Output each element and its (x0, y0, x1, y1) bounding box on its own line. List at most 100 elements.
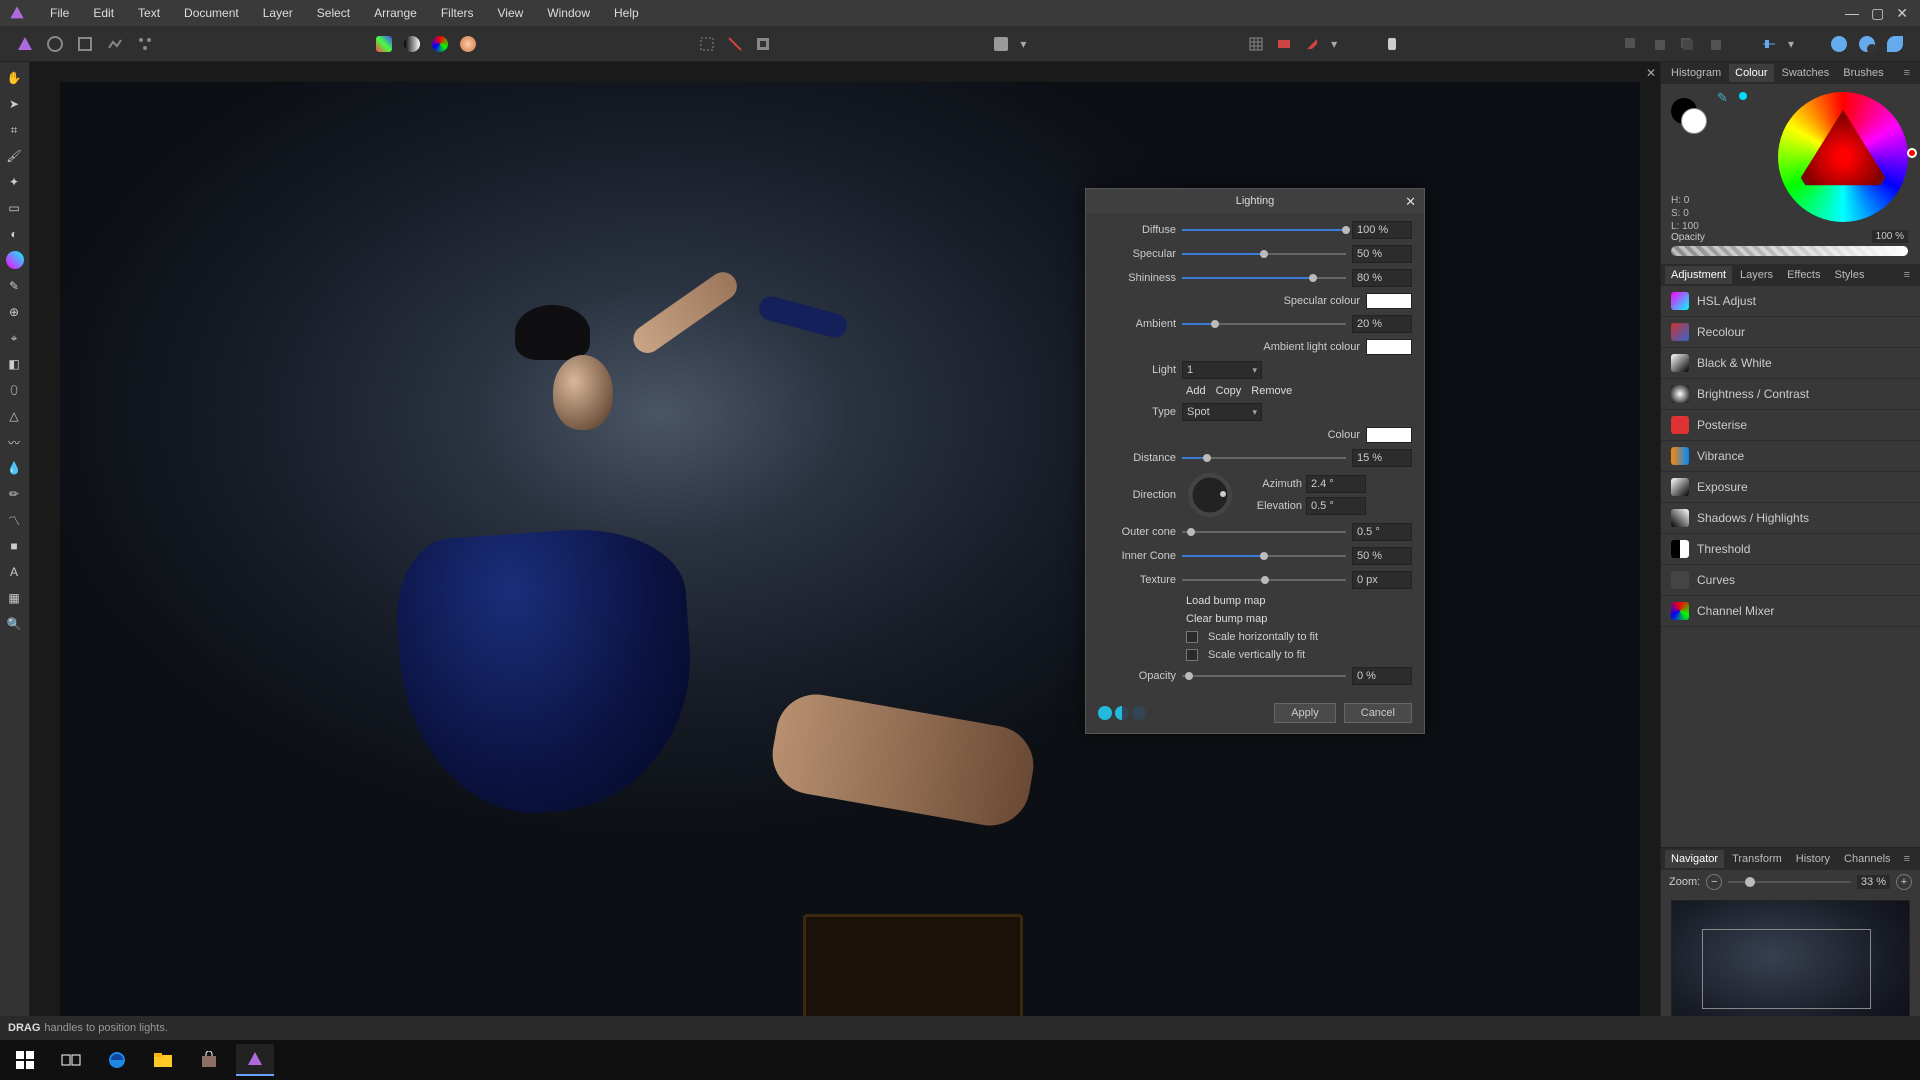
direction-wheel[interactable] (1188, 473, 1232, 517)
colour-wheel[interactable] (1778, 92, 1908, 222)
boolean-intersect-icon[interactable] (1882, 31, 1908, 57)
vector-brush-tool-icon[interactable]: 〽 (2, 508, 26, 532)
boolean-subtract-icon[interactable] (1854, 31, 1880, 57)
tab-effects[interactable]: Effects (1781, 266, 1826, 284)
pencil-tool-icon[interactable]: ✏ (2, 482, 26, 506)
tab-styles[interactable]: Styles (1829, 266, 1871, 284)
snap-toggle-icon[interactable] (1271, 31, 1297, 57)
tab-histogram[interactable]: Histogram (1665, 64, 1727, 82)
color-profile-icon[interactable] (399, 31, 425, 57)
menu-help[interactable]: Help (602, 2, 651, 24)
persona-tone-icon[interactable] (102, 31, 128, 57)
elevation-value[interactable]: 0.5 ° (1306, 497, 1366, 515)
light-colour-swatch[interactable] (1366, 427, 1412, 443)
outer-cone-slider[interactable] (1182, 526, 1346, 538)
dodge-tool-icon[interactable]: ✦ (2, 170, 26, 194)
adjustment-item[interactable]: Black & White (1661, 348, 1920, 379)
crop-tool-icon[interactable]: ⌗ (2, 118, 26, 142)
close-icon[interactable]: ✕ (1896, 5, 1908, 22)
menu-edit[interactable]: Edit (81, 2, 126, 24)
minimize-icon[interactable]: — (1845, 5, 1859, 22)
hand-tool-icon[interactable]: ✋ (2, 66, 26, 90)
adjustment-item[interactable]: Shadows / Highlights (1661, 503, 1920, 534)
snap-grid-icon[interactable] (1243, 31, 1269, 57)
outer-cone-value[interactable]: 0.5 ° (1352, 523, 1412, 541)
inner-cone-value[interactable]: 50 % (1352, 547, 1412, 565)
text-tool-icon[interactable]: A (2, 560, 26, 584)
panel-menu-icon[interactable]: ≡ (1900, 67, 1916, 79)
light-remove-button[interactable]: Remove (1251, 385, 1292, 397)
ambient-slider[interactable] (1182, 318, 1346, 330)
dlg-opacity-value[interactable]: 0 % (1352, 667, 1412, 685)
menu-document[interactable]: Document (172, 2, 251, 24)
eraser-tool-icon[interactable]: ◧ (2, 352, 26, 376)
color-rgb-icon[interactable] (427, 31, 453, 57)
texture-value[interactable]: 0 px (1352, 571, 1412, 589)
ambient-colour-swatch[interactable] (1366, 339, 1412, 355)
pen-tool-icon[interactable]: ✎ (2, 274, 26, 298)
tab-colour[interactable]: Colour (1729, 64, 1773, 82)
dialog-titlebar[interactable]: Lighting ✕ (1086, 189, 1424, 213)
menu-arrange[interactable]: Arrange (362, 2, 429, 24)
zoom-out-button[interactable]: − (1706, 874, 1722, 890)
assistant-icon[interactable] (1379, 31, 1405, 57)
adjustment-item[interactable]: Channel Mixer (1661, 596, 1920, 627)
clone-tool-icon[interactable]: ⌖ (2, 326, 26, 350)
task-view-button[interactable] (52, 1044, 90, 1076)
menu-view[interactable]: View (486, 2, 536, 24)
lighting-dialog[interactable]: Lighting ✕ Diffuse100 % Specular50 % Shi… (1085, 188, 1425, 734)
blur-tool-icon[interactable]: 💧 (2, 456, 26, 480)
ambient-value[interactable]: 20 % (1352, 315, 1412, 333)
adjustment-item[interactable]: Recolour (1661, 317, 1920, 348)
apply-button[interactable]: Apply (1274, 703, 1336, 723)
menu-file[interactable]: File (38, 2, 81, 24)
azimuth-value[interactable]: 2.4 ° (1306, 475, 1366, 493)
mesh-tool-icon[interactable]: ▦ (2, 586, 26, 610)
zoom-slider[interactable] (1728, 881, 1851, 883)
cancel-button[interactable]: Cancel (1344, 703, 1412, 723)
adjustment-item[interactable]: Threshold (1661, 534, 1920, 565)
edge-browser-icon[interactable] (98, 1044, 136, 1076)
opacity-value[interactable]: 100 % (1872, 230, 1908, 243)
smudge-tool-icon[interactable]: 〰 (2, 430, 26, 454)
align-icon[interactable] (1756, 31, 1782, 57)
dlg-opacity-slider[interactable] (1182, 670, 1346, 682)
light-add-button[interactable]: Add (1186, 385, 1206, 397)
start-button[interactable] (6, 1044, 44, 1076)
texture-slider[interactable] (1182, 574, 1346, 586)
persona-export-icon[interactable] (132, 31, 158, 57)
tab-history[interactable]: History (1790, 850, 1836, 868)
shininess-slider[interactable] (1182, 272, 1346, 284)
move-tool-icon[interactable]: ➤ (2, 92, 26, 116)
inner-cone-slider[interactable] (1182, 550, 1346, 562)
adjustment-item[interactable]: HSL Adjust (1661, 286, 1920, 317)
persona-develop-icon[interactable] (72, 31, 98, 57)
persona-photo-icon[interactable] (12, 31, 38, 57)
colour-wheel-handle[interactable] (1907, 148, 1917, 158)
selection-all-icon[interactable] (694, 31, 720, 57)
tab-transform[interactable]: Transform (1726, 850, 1788, 868)
menu-layer[interactable]: Layer (251, 2, 305, 24)
close-document-icon[interactable]: ✕ (1646, 66, 1656, 80)
dropdown-icon[interactable]: ▾ (1327, 31, 1341, 57)
adjustment-item[interactable]: Posterise (1661, 410, 1920, 441)
dropdown-icon[interactable]: ▾ (1016, 31, 1030, 57)
adjustment-item[interactable]: Curves (1661, 565, 1920, 596)
load-bump-button[interactable]: Load bump map (1186, 595, 1266, 607)
specular-slider[interactable] (1182, 248, 1346, 260)
adjustment-item[interactable]: Brightness / Contrast (1661, 379, 1920, 410)
menu-text[interactable]: Text (126, 2, 172, 24)
tab-navigator[interactable]: Navigator (1665, 850, 1724, 868)
tab-swatches[interactable]: Swatches (1776, 64, 1836, 82)
selection-invert-icon[interactable] (750, 31, 776, 57)
menu-filters[interactable]: Filters (429, 2, 486, 24)
flood-tool-icon[interactable]: ◐ (2, 222, 26, 246)
diffuse-slider[interactable] (1182, 224, 1346, 236)
boolean-add-icon[interactable] (1826, 31, 1852, 57)
tab-channels[interactable]: Channels (1838, 850, 1896, 868)
gradient-tool-icon[interactable] (6, 251, 24, 269)
arrange-backward-icon[interactable] (1646, 31, 1672, 57)
light-copy-button[interactable]: Copy (1216, 385, 1242, 397)
color-soft-proof-icon[interactable] (455, 31, 481, 57)
scale-v-checkbox[interactable] (1186, 649, 1198, 661)
